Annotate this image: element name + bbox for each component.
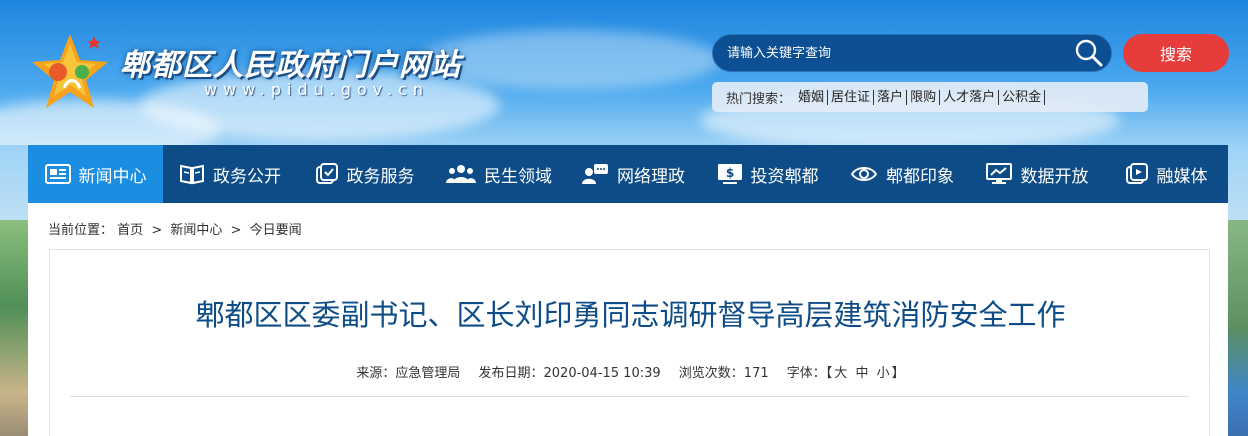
main-nav: 新闻中心 政务公开 政务服务 民生领域 网络理政 $ 投资郫都 郫都印象 数据开… [28, 145, 1228, 203]
nav-item-livelihood[interactable]: 民生领域 [432, 145, 566, 203]
chat-user-icon [582, 164, 608, 184]
scenery-right [1228, 220, 1248, 436]
nav-item-label: 政务公开 [213, 166, 281, 187]
newspaper-icon [44, 164, 71, 184]
site-name: 郫都区人民政府门户网站 [120, 48, 461, 83]
article-meta: 来源：应急管理局 发布日期：2020-04-15 10:39 浏览次数：171 … [50, 362, 1211, 381]
nav-item-open-data[interactable]: 数据开放 [969, 145, 1104, 203]
book-icon [180, 164, 204, 185]
nav-item-online-governance[interactable]: 网络理政 [566, 145, 700, 203]
hot-search-term[interactable]: 公积金 [999, 89, 1046, 105]
search-icon[interactable] [1067, 34, 1111, 72]
hot-search-term[interactable]: 人才落户 [940, 89, 1000, 105]
breadcrumb-news-center[interactable]: 新闻中心 [170, 223, 222, 238]
breadcrumb-today-news[interactable]: 今日要闻 [250, 223, 302, 238]
nav-item-label: 投资郫都 [750, 166, 819, 187]
nav-item-media[interactable]: 融媒体 [1104, 145, 1228, 203]
nav-item-label: 数据开放 [1020, 166, 1089, 187]
star-logo-icon [32, 34, 108, 108]
font-size-medium-link[interactable]: 中 [855, 366, 868, 381]
site-logo[interactable]: 郫都区人民政府门户网站 www.pidu.gov.cn [28, 30, 460, 112]
media-icon [1125, 163, 1148, 184]
article-date: 发布日期：2020-04-15 10:39 [478, 366, 661, 381]
nav-item-label: 郫都印象 [886, 166, 954, 187]
breadcrumb-home[interactable]: 首页 [117, 223, 143, 238]
nav-item-label: 政务服务 [346, 166, 415, 187]
hot-search-term[interactable]: 婚姻 [795, 89, 829, 105]
nav-item-label: 网络理政 [617, 166, 685, 187]
breadcrumb-label: 当前位置： [48, 223, 114, 238]
eye-icon [850, 167, 878, 181]
hot-search-term[interactable]: 居住证 [828, 89, 875, 105]
article-title: 郫都区区委副书记、区长刘印勇同志调研督导高层建筑消防安全工作 [195, 298, 1066, 332]
cloud-decoration [420, 30, 720, 90]
divider [70, 396, 1189, 397]
hot-search-bar: 热门搜索： 婚姻 居住证 落户 限购 人才落户 公积金 [712, 82, 1148, 112]
breadcrumb-separator: > [151, 223, 163, 238]
article-source: 来源：应急管理局 [356, 366, 461, 381]
nav-item-news-center[interactable]: 新闻中心 [28, 145, 163, 203]
article-panel: 郫都区区委副书记、区长刘印勇同志调研督导高层建筑消防安全工作 来源：应急管理局 … [49, 249, 1210, 436]
font-size-label: 字体： [786, 366, 826, 381]
nav-item-label: 新闻中心 [78, 166, 147, 187]
font-bracket-open: 【 [825, 366, 833, 381]
svg-text:$: $ [725, 166, 733, 180]
nav-item-label: 民生领域 [484, 166, 552, 187]
nav-item-impression[interactable]: 郫都印象 [835, 145, 969, 203]
dollar-icon: $ [717, 164, 742, 184]
scenery-left [0, 220, 28, 436]
search-button[interactable]: 搜索 [1123, 34, 1229, 72]
breadcrumb: 当前位置： 首页 > 新闻中心 > 今日要闻 [48, 219, 302, 238]
font-size-large-link[interactable]: 大 [834, 366, 847, 381]
hot-search-term[interactable]: 限购 [907, 89, 941, 105]
breadcrumb-separator: > [230, 223, 242, 238]
people-icon [446, 165, 476, 183]
monitor-chart-icon [985, 163, 1012, 184]
search-box [712, 34, 1112, 72]
service-icon [315, 163, 338, 184]
nav-item-label: 融媒体 [1156, 166, 1208, 187]
search-input[interactable] [727, 45, 1067, 61]
nav-item-government-services[interactable]: 政务服务 [297, 145, 432, 203]
site-url: www.pidu.gov.cn [204, 80, 430, 99]
nav-item-government-affairs[interactable]: 政务公开 [163, 145, 297, 203]
font-size-small-link[interactable]: 小 [877, 366, 890, 381]
font-bracket-close: 】 [891, 366, 905, 381]
article-views: 浏览次数：171 [678, 366, 769, 381]
nav-item-invest[interactable]: $ 投资郫都 [700, 145, 835, 203]
hot-search-label: 热门搜索： [726, 91, 792, 107]
hot-search-term[interactable]: 落户 [874, 89, 908, 105]
